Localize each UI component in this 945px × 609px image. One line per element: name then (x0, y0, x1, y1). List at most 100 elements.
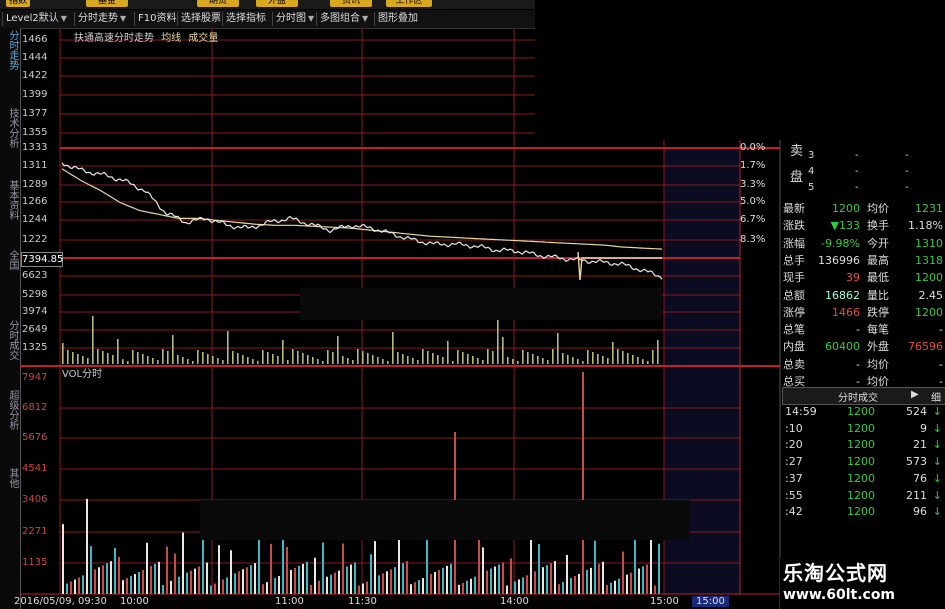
volume-bar (598, 563, 600, 594)
pct-tick: 6.7% (740, 214, 766, 225)
volume-bar (154, 563, 156, 594)
mid-volume-bar (562, 353, 564, 364)
volume-bar (130, 576, 132, 594)
quote-label: 每笔 (867, 323, 889, 337)
blank-area (535, 0, 780, 140)
volume-bar (74, 579, 76, 594)
mid-volume-bar (147, 356, 149, 364)
quote-label: 总笔 (783, 323, 805, 337)
occluding-box (300, 288, 662, 320)
volume-bar (198, 566, 200, 594)
mid-volume-bar (552, 349, 554, 364)
mid-volume-bar (222, 360, 224, 364)
volume-bar (590, 567, 592, 594)
trade-time: :55 (785, 488, 803, 502)
trade-time: :27 (785, 455, 803, 469)
time-tick: 11:30 (348, 596, 377, 607)
volume-bar (226, 577, 228, 594)
quote-label: 涨停 (783, 305, 805, 319)
volume-bar (98, 567, 100, 594)
volume-bar (518, 579, 520, 594)
orderbook-price: - (855, 166, 859, 177)
orderbook-price: - (855, 150, 859, 161)
volume-bar (502, 562, 504, 594)
volume-bar (382, 573, 384, 594)
mid-volume-bar (632, 355, 634, 364)
legend-avg: 均线 (161, 33, 182, 44)
volume-bar (274, 578, 276, 594)
trade-row: :37 1200 76 ↓ (783, 470, 945, 487)
quote-value: 1200 (832, 202, 860, 215)
time-tick: 10:00 (120, 596, 149, 607)
mid-volume-bar (427, 351, 429, 364)
mid-volume-bar (272, 354, 274, 364)
volume-bar (438, 569, 440, 594)
trade-vol: 96 (913, 505, 927, 519)
quote-value: 1200 (915, 271, 943, 285)
orderbook-side-label: 卖 (790, 144, 804, 159)
quote-label: 外盘 (867, 340, 889, 354)
trades-title: 分时成交 (838, 393, 878, 404)
trades-expand-button[interactable]: ▶ (911, 389, 919, 400)
mid-volume-bar (577, 359, 579, 364)
trade-price: 1200 (847, 438, 875, 452)
volume-bar (182, 532, 184, 594)
volume-bar (222, 579, 224, 594)
volume-bar (334, 572, 336, 594)
quote-value: 60400 (825, 340, 860, 354)
volume-bar (646, 564, 648, 594)
quote-label: 最低 (867, 271, 889, 285)
mid-volume-bar (302, 353, 304, 364)
volume-bar (330, 574, 332, 594)
volume-bar (282, 538, 284, 594)
quote-label: 今开 (867, 236, 889, 250)
volume-bar (394, 567, 396, 594)
mid-volume-bar (387, 361, 389, 364)
mid-volume-bar (537, 356, 539, 364)
volume-bar (150, 565, 152, 594)
quote-label: 内盘 (783, 340, 805, 354)
pct-tick: 1.7% (740, 160, 766, 171)
mid-volume-bar (392, 332, 394, 364)
mid-volume-bar (257, 361, 259, 364)
volume-bar (386, 571, 388, 594)
volume-bar (434, 571, 436, 594)
mid-volume-bar (67, 350, 69, 364)
mid-volume-bar (432, 353, 434, 364)
volume-bar (482, 547, 484, 594)
volume-bar (486, 570, 488, 594)
trade-row: :55 1200 211 ↓ (783, 487, 945, 504)
trade-vol: 211 (906, 488, 927, 502)
mid-volume-bar (242, 355, 244, 364)
volume-bar (398, 540, 400, 594)
volume-bar (122, 580, 124, 594)
volume-bar (562, 582, 564, 594)
quote-label: 总卖 (783, 357, 805, 371)
mid-volume-bar (332, 352, 334, 364)
mid-volume-bar (337, 336, 339, 364)
vol-tick: 3406 (22, 494, 48, 505)
volume-bar (298, 565, 300, 594)
mid-tick: 6623 (22, 270, 48, 281)
mid-volume-bar (357, 349, 359, 364)
volume-bar (378, 575, 380, 594)
vol-tick: 2271 (22, 526, 48, 537)
trades-detail-button[interactable]: 细 (931, 389, 941, 404)
mid-volume-bar (342, 356, 344, 364)
volume-bar (146, 542, 148, 594)
volume-bar (266, 582, 268, 594)
mid-volume-bar (482, 360, 484, 364)
mid-volume-bar (82, 356, 84, 364)
afterhours-zone (664, 366, 740, 594)
mid-volume-bar (367, 353, 369, 364)
quote-row: 总额 16862 量比 2.45 (780, 287, 945, 304)
mid-volume-bar (362, 351, 364, 364)
mid-volume-bar (117, 339, 119, 364)
watermark-url: www.60lt.com (783, 587, 896, 603)
volume-bar (554, 561, 556, 594)
volume-bar (134, 574, 136, 594)
volume-bar (446, 565, 448, 594)
volume-bar (258, 535, 260, 594)
quote-row: 涨停 1466 跌停 1200 (780, 304, 945, 321)
quote-label: 跌停 (867, 305, 889, 319)
